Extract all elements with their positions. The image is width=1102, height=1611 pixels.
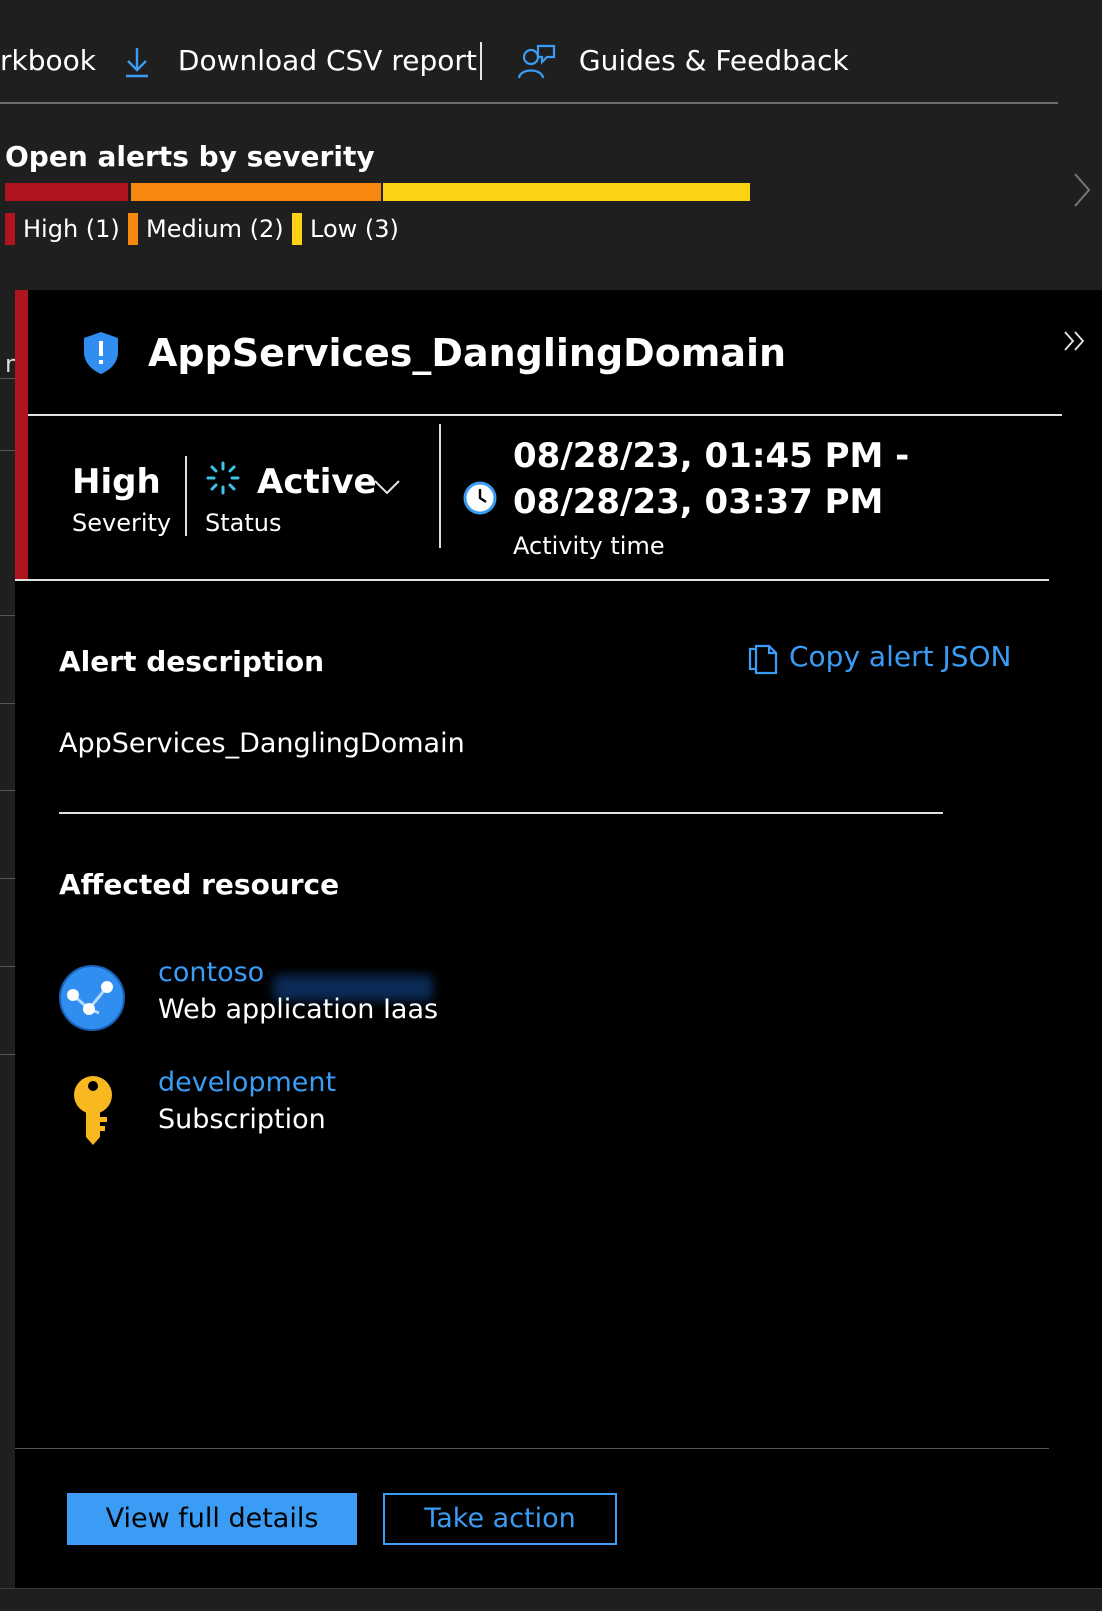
legend-swatch-medium: [128, 213, 138, 245]
feedback-person-icon: [517, 44, 556, 79]
status-label: Status: [205, 509, 282, 537]
shield-icon: [84, 332, 118, 374]
alerts-list-edge: n: [0, 290, 20, 1610]
footer-divider: [15, 1448, 1049, 1449]
collapse-panel-icon[interactable]: [1063, 330, 1087, 352]
view-full-details-button[interactable]: View full details: [67, 1493, 357, 1545]
key-icon: [74, 1076, 112, 1145]
alert-title: AppServices_DanglingDomain: [148, 331, 787, 375]
list-row-divider: [0, 966, 15, 967]
legend-swatch-low: [292, 213, 302, 245]
activity-time-label: Activity time: [513, 532, 665, 560]
command-bar: rkbook Download CSV report Guides & Feed…: [0, 0, 1060, 104]
legend-label-low: Low (3): [310, 215, 399, 243]
list-row-divider: [0, 878, 15, 879]
alert-description-heading: Alert description: [59, 645, 325, 678]
status-value: Active: [257, 462, 377, 502]
open-workbook-button[interactable]: rkbook: [0, 44, 96, 78]
copy-icon: [748, 644, 778, 675]
resource-link-development[interactable]: development: [158, 1066, 336, 1100]
download-csv-label: Download CSV report: [177, 44, 477, 77]
legend-label-medium: Medium (2): [146, 215, 284, 243]
bottom-strip: [0, 1588, 1102, 1611]
web-app-icon: [59, 965, 125, 1031]
workbook-label: rkbook: [0, 44, 96, 77]
severity-label: Severity: [72, 509, 172, 537]
download-icon: [126, 48, 148, 78]
resource-link-contoso[interactable]: contoso: [158, 956, 264, 990]
in-progress-icon: [206, 461, 240, 495]
activity-time-end: 08/28/23, 03:37 PM: [513, 482, 884, 522]
list-row-divider: [0, 703, 15, 704]
copy-alert-json-button[interactable]: Copy alert JSON: [747, 640, 1012, 676]
chevron-down-icon: [374, 480, 400, 495]
download-csv-button[interactable]: Download CSV report: [123, 44, 477, 79]
alert-details-panel: AppServices_DanglingDomain High Severity…: [15, 290, 1102, 1588]
chevron-right-icon[interactable]: [1072, 170, 1092, 210]
list-row-divider: [0, 790, 15, 791]
severity-value: High: [72, 462, 161, 502]
meta-separator: [185, 456, 187, 536]
toolbar-divider: [0, 102, 1058, 104]
copy-alert-json-label: Copy alert JSON: [789, 640, 1012, 673]
guides-feedback-label: Guides & Feedback: [578, 44, 849, 77]
resource-type-web-app: Web application Iaas: [158, 994, 439, 1025]
legend-swatch-high: [5, 213, 15, 245]
guides-feedback-button[interactable]: Guides & Feedback: [517, 44, 849, 80]
list-row-divider: [0, 615, 15, 616]
severity-bar-low: [383, 183, 750, 201]
meta-divider: [15, 579, 1049, 581]
resource-type-subscription: Subscription: [158, 1104, 326, 1135]
severity-accent-bar: [15, 290, 28, 580]
status-dropdown[interactable]: Active Status: [205, 452, 435, 542]
list-row-divider: [0, 1054, 15, 1055]
meta-separator: [439, 424, 441, 548]
severity-bar-high: [5, 183, 128, 201]
severity-bar-medium: [131, 183, 381, 201]
clock-icon: [463, 481, 497, 515]
take-action-button[interactable]: Take action: [383, 1493, 617, 1545]
description-divider: [59, 812, 943, 814]
list-row-divider: [0, 450, 15, 451]
activity-time-start: 08/28/23, 01:45 PM -: [513, 436, 910, 476]
affected-resource-heading: Affected resource: [59, 868, 340, 901]
alert-description-text: AppServices_DanglingDomain: [59, 728, 465, 759]
severity-summary-title: Open alerts by severity: [5, 140, 375, 173]
title-divider: [28, 414, 1062, 416]
legend-label-high: High (1): [23, 215, 120, 243]
toolbar-separator: [480, 42, 482, 80]
list-row-divider: [0, 378, 15, 379]
